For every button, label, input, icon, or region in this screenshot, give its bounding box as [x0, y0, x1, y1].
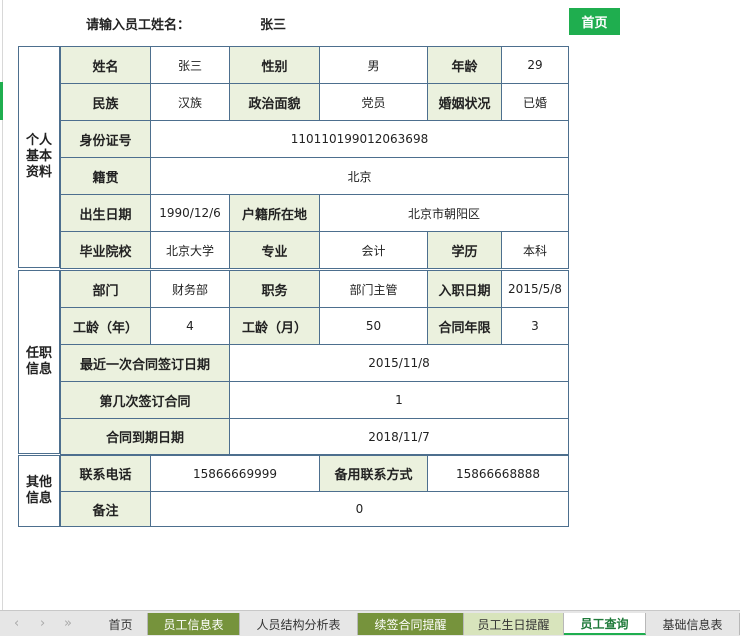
age-value[interactable]: 29	[501, 46, 569, 84]
notes-label: 备注	[60, 491, 151, 527]
contract-expiry-value[interactable]: 2018/11/7	[229, 418, 569, 455]
name-value[interactable]: 张三	[150, 46, 230, 84]
birth-date-label: 出生日期	[60, 194, 151, 232]
id-number-label: 身份证号	[60, 120, 151, 158]
sign-count-label: 第几次签订合同	[60, 381, 230, 419]
tab-employee-info[interactable]: 员工信息表	[148, 613, 240, 635]
tenure-years-label: 工龄（年）	[60, 307, 151, 345]
name-label: 姓名	[60, 46, 151, 84]
tenure-months-value[interactable]: 50	[319, 307, 428, 345]
tab-scroll-right-icon[interactable]: ›	[40, 616, 45, 631]
major-value[interactable]: 会计	[319, 231, 428, 269]
tenure-years-value[interactable]: 4	[150, 307, 230, 345]
phone-value[interactable]: 15866669999	[150, 455, 320, 492]
hire-date-value[interactable]: 2015/5/8	[501, 270, 569, 308]
hukou-value[interactable]: 北京市朝阳区	[319, 194, 569, 232]
tab-home[interactable]: 首页	[94, 613, 148, 635]
degree-label: 学历	[427, 231, 502, 269]
alt-contact-value[interactable]: 15866668888	[427, 455, 569, 492]
tab-birthday-reminder[interactable]: 员工生日提醒	[464, 613, 564, 635]
section-job-info: 任职信息	[18, 270, 60, 454]
position-value[interactable]: 部门主管	[319, 270, 428, 308]
phone-label: 联系电话	[60, 455, 151, 492]
political-status-label: 政治面貌	[229, 83, 320, 121]
employee-name-prompt: 请输入员工姓名：	[86, 18, 191, 33]
ethnicity-value[interactable]: 汉族	[150, 83, 230, 121]
notes-value[interactable]: 0	[150, 491, 569, 527]
department-value[interactable]: 财务部	[150, 270, 230, 308]
political-status-value[interactable]: 党员	[319, 83, 428, 121]
contract-expiry-label: 合同到期日期	[60, 418, 230, 455]
last-sign-date-label: 最近一次合同签订日期	[60, 344, 230, 382]
hire-date-label: 入职日期	[427, 270, 502, 308]
section-other-info: 其他信息	[18, 455, 60, 527]
ethnicity-label: 民族	[60, 83, 151, 121]
gender-value[interactable]: 男	[319, 46, 428, 84]
school-value[interactable]: 北京大学	[150, 231, 230, 269]
employee-name-input[interactable]: 张三	[260, 14, 286, 33]
degree-value[interactable]: 本科	[501, 231, 569, 269]
age-label: 年龄	[427, 46, 502, 84]
tab-structure-analysis[interactable]: 人员结构分析表	[240, 613, 358, 635]
id-number-value[interactable]: 110110199012063698	[150, 120, 569, 158]
sign-count-value[interactable]: 1	[229, 381, 569, 419]
last-sign-date-value[interactable]: 2015/11/8	[229, 344, 569, 382]
contract-term-value[interactable]: 3	[501, 307, 569, 345]
birth-date-value[interactable]: 1990/12/6	[150, 194, 230, 232]
marital-status-value[interactable]: 已婚	[501, 83, 569, 121]
tenure-months-label: 工龄（月）	[229, 307, 320, 345]
tab-basic-info[interactable]: 基础信息表	[646, 613, 740, 635]
school-label: 毕业院校	[60, 231, 151, 269]
tab-scroll-left-icon[interactable]: ‹	[14, 616, 19, 631]
alt-contact-label: 备用联系方式	[319, 455, 428, 492]
gender-label: 性别	[229, 46, 320, 84]
native-place-label: 籍贯	[60, 157, 151, 195]
marital-status-label: 婚姻状况	[427, 83, 502, 121]
department-label: 部门	[60, 270, 151, 308]
row-selection-marker	[0, 82, 3, 120]
tab-scroll-end-icon[interactable]: »	[64, 616, 72, 631]
contract-term-label: 合同年限	[427, 307, 502, 345]
tab-contract-renewal[interactable]: 续签合同提醒	[358, 613, 464, 635]
hukou-label: 户籍所在地	[229, 194, 320, 232]
section-personal-info: 个人基本资料	[18, 46, 60, 268]
native-place-value[interactable]: 北京	[150, 157, 569, 195]
major-label: 专业	[229, 231, 320, 269]
sheet-tab-bar: ‹ › » 首页 员工信息表 人员结构分析表 续签合同提醒 员工生日提醒 员工查…	[0, 610, 740, 636]
tab-employee-query[interactable]: 员工查询	[564, 613, 646, 635]
position-label: 职务	[229, 270, 320, 308]
home-button[interactable]: 首页	[569, 8, 620, 35]
